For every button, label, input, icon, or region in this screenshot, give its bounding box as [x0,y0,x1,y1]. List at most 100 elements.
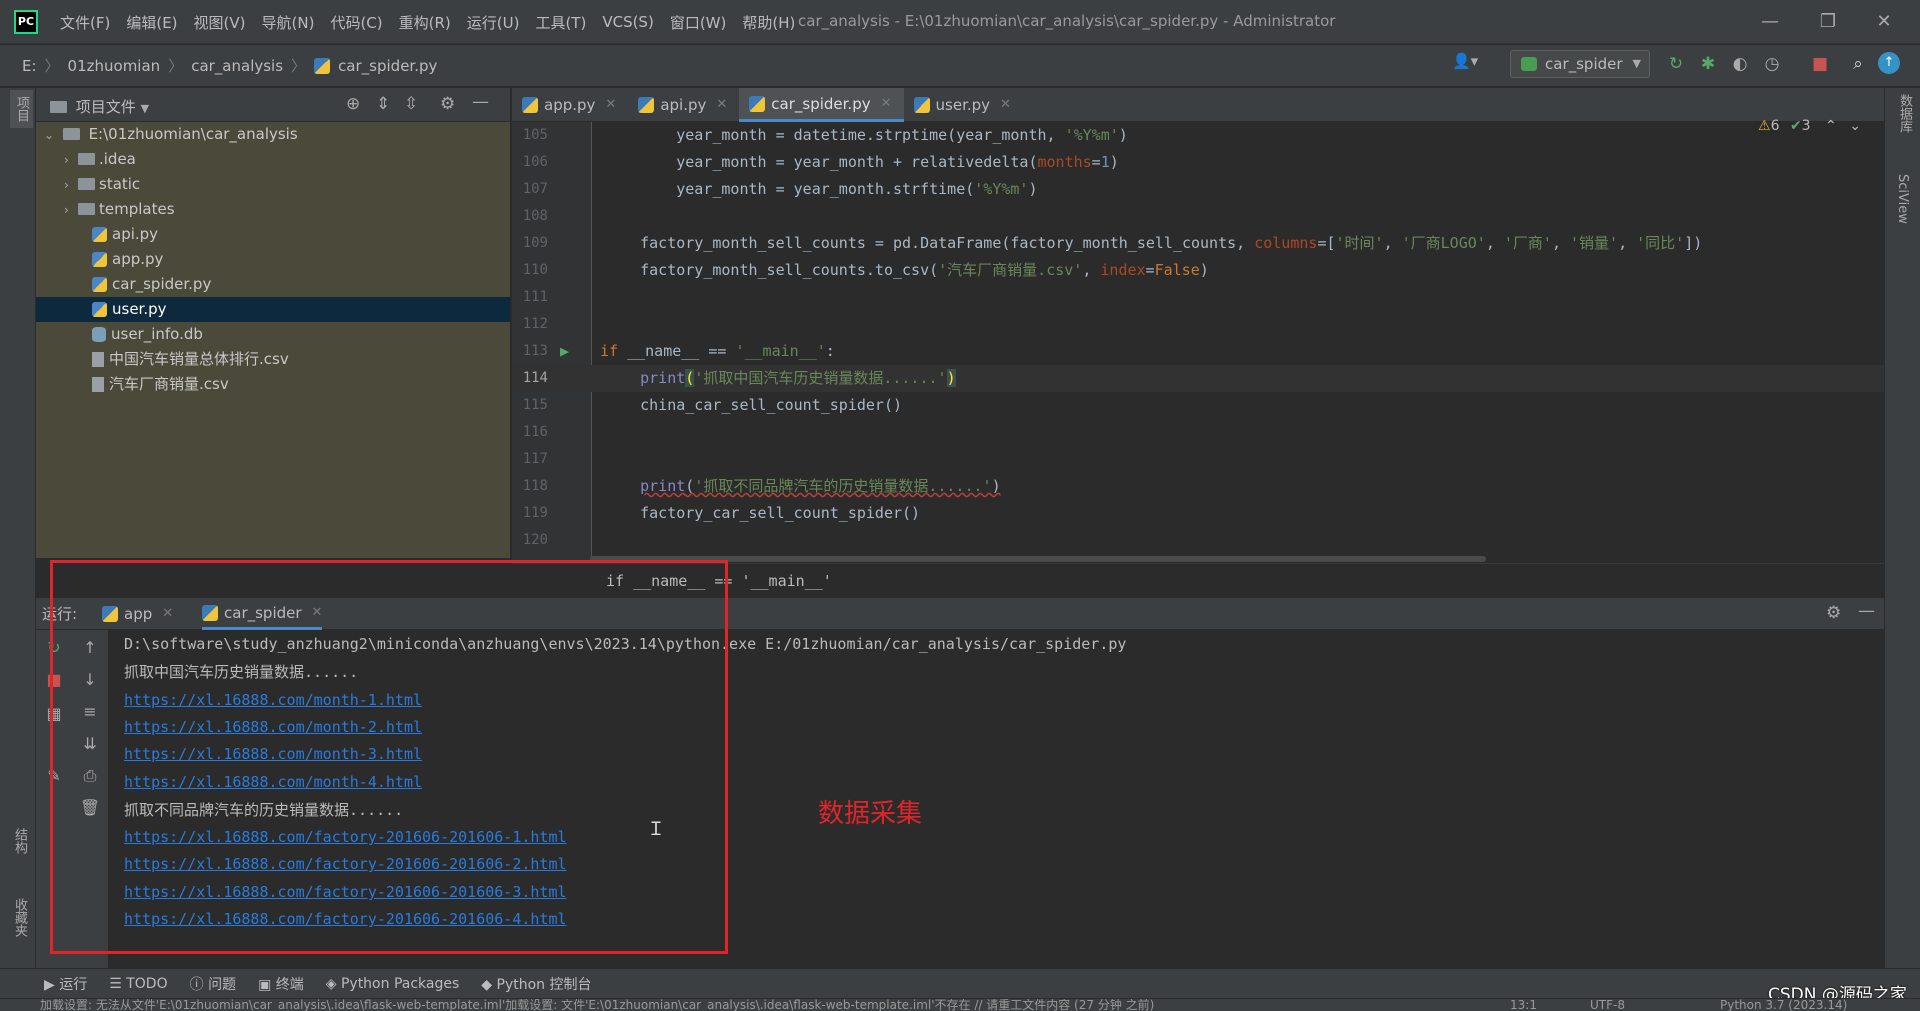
menu-file[interactable]: 文件(F) [52,12,118,33]
tree-item-idea[interactable]: › .idea [36,147,510,172]
expand-all-icon[interactable]: ⇕ [376,94,390,114]
tree-root[interactable]: ⌄ E:\01zhuomian\car_analysis [36,122,510,147]
structure-tool-tab[interactable]: 结构 [10,828,29,854]
tree-item-user-info-db[interactable]: user_info.db [36,322,510,347]
stop-icon[interactable]: ■ [1808,52,1832,76]
menu-edit[interactable]: 编辑(E) [118,12,185,33]
tab-api-py[interactable]: api.py ✕ [628,88,739,122]
chevron-up-icon[interactable]: ⌃ [1825,118,1837,134]
hide-icon[interactable]: — [1858,601,1875,621]
code-line[interactable]: 107 year_month = year_month.strftime('%Y… [512,176,1884,203]
bottom-tab-label: 运行 [59,976,88,993]
python-file-icon [92,277,107,292]
close-icon[interactable]: ✕ [1864,8,1904,36]
code-line[interactable]: 120 [512,527,1884,554]
menu-vcs[interactable]: VCS(S) [594,13,661,31]
tab-app-py[interactable]: app.py ✕ [512,88,628,122]
code-line[interactable]: 108 [512,203,1884,230]
close-icon[interactable]: ✕ [716,88,727,122]
code-line-current[interactable]: 114 print('抓取中国汽车历史销量数据......') [512,365,1884,392]
status-message[interactable]: 加载设置: 无法从文件'E:\01zhuomian\car_analysis\.… [40,999,1154,1011]
sciview-tool-tab[interactable]: SciView [1895,174,1910,224]
inspection-widget[interactable]: ⚠6 ✔3 ⌃ ⌄ [1758,118,1861,134]
tab-user-py[interactable]: user.py ✕ [904,88,1023,122]
code-editor[interactable]: 105 year_month = datetime.strptime(year_… [512,122,1884,562]
code-line[interactable]: 116 [512,419,1884,446]
bottom-tab-problems[interactable]: ⓘ 问题 [190,974,236,994]
code-line[interactable]: 111 [512,284,1884,311]
tree-item-csv-factory[interactable]: 汽车厂商销量.csv [36,372,510,397]
bottom-tab-todo[interactable]: ☰ TODO [109,976,167,992]
menu-help[interactable]: 帮助(H) [734,12,803,33]
user-icon[interactable]: 👤▾ [1452,52,1488,76]
code-line[interactable]: 118 print('抓取不同品牌汽车的历史销量数据......') [512,473,1884,500]
breadcrumb-folder[interactable]: 01zhuomian [68,57,161,75]
hide-icon[interactable]: — [472,92,489,112]
menu-window[interactable]: 窗口(W) [662,12,735,33]
tree-item-csv-ranking[interactable]: 中国汽车销量总体排行.csv [36,347,510,372]
restore-icon[interactable]: ❐ [1808,8,1848,36]
code-line[interactable]: 112 [512,311,1884,338]
breadcrumb-file[interactable]: car_spider.py [338,57,437,75]
bottom-tab-run[interactable]: ▶ 运行 [44,974,87,994]
locate-icon[interactable]: ⊕ [346,94,360,114]
code-line[interactable]: 115 china_car_sell_count_spider() [512,392,1884,419]
close-icon[interactable]: ✕ [1000,88,1011,122]
tree-item-api-py[interactable]: api.py [36,222,510,247]
menu-navigate[interactable]: 导航(N) [254,12,323,33]
update-icon[interactable]: ↑ [1878,52,1900,74]
line-number: 113 [522,343,548,359]
chevron-right-icon: › [64,178,69,192]
breadcrumb-drive[interactable]: E: [22,57,37,75]
tree-item-car-spider-py[interactable]: car_spider.py [36,272,510,297]
cursor-position[interactable]: 13:1 [1510,999,1537,1011]
database-tool-tab[interactable]: 数据库 [1895,94,1914,133]
run-config-select[interactable]: car_spider ▼ [1510,50,1650,78]
chevron-down-icon[interactable]: ⌄ [1849,118,1861,134]
bottom-tab-python-packages[interactable]: ◈ Python Packages [326,976,460,992]
project-panel-title[interactable]: 项目文件 ▼ [50,96,149,117]
favorites-tool-tab[interactable]: 收藏夹 [10,898,29,937]
code-line[interactable]: 117 [512,446,1884,473]
close-icon[interactable]: ✕ [881,87,892,121]
code-line[interactable]: 119 factory_car_sell_count_spider() [512,500,1884,527]
gear-icon[interactable]: ⚙ [440,94,455,114]
search-icon[interactable]: ⌕ [1846,52,1870,76]
menu-code[interactable]: 代码(C) [322,12,390,33]
pycharm-logo-icon: PC [14,10,38,34]
tree-item-templates[interactable]: › templates [36,197,510,222]
chevron-down-icon: ▼ [1632,57,1641,70]
close-icon[interactable]: ✕ [605,88,616,122]
bottom-tab-terminal[interactable]: ▣ 终端 [258,974,304,994]
coverage-icon[interactable]: ◐ [1728,52,1752,76]
profile-icon[interactable]: ◷ [1760,52,1784,76]
code-line[interactable]: 113 ▶ if __name__ == '__main__': [512,338,1884,365]
left-tool-strip: 项目 结构 收藏夹 [0,88,36,968]
code-line[interactable]: 110 factory_month_sell_counts.to_csv('汽车… [512,257,1884,284]
project-tool-tab[interactable]: 项目 [10,90,33,128]
gear-icon[interactable]: ⚙ [1826,603,1841,623]
menu-tools[interactable]: 工具(T) [527,12,594,33]
tab-car-spider-py[interactable]: car_spider.py ✕ [739,87,904,122]
bottom-tab-python-console[interactable]: ◆ Python 控制台 [481,974,591,994]
menu-view[interactable]: 视图(V) [186,12,254,33]
code-line[interactable]: 109 factory_month_sell_counts = pd.DataF… [512,230,1884,257]
breadcrumb-project[interactable]: car_analysis [191,57,283,75]
line-number: 117 [522,451,548,467]
menu-run[interactable]: 运行(U) [459,12,528,33]
code-line[interactable]: 105 year_month = datetime.strptime(year_… [512,122,1884,149]
file-encoding[interactable]: UTF-8 [1590,999,1625,1011]
code-line[interactable]: 106 year_month = year_month + relativede… [512,149,1884,176]
run-gutter-icon[interactable]: ▶ [560,338,569,365]
tree-item-user-py[interactable]: user.py [36,297,510,322]
debug-icon[interactable]: ✱ [1696,52,1720,76]
annotation-label: 数据采集 [818,799,923,829]
menu-refactor[interactable]: 重构(R) [391,12,459,33]
python-interpreter[interactable]: Python 3.7 (2023.14) [1720,999,1847,1011]
tree-item-app-py[interactable]: app.py [36,247,510,272]
check-icon: ✔ [1789,118,1802,134]
minimize-icon[interactable]: — [1750,8,1790,36]
rerun-icon[interactable]: ↻ [1664,52,1688,76]
tree-item-static[interactable]: › static [36,172,510,197]
collapse-all-icon[interactable]: ⇳ [404,94,418,114]
